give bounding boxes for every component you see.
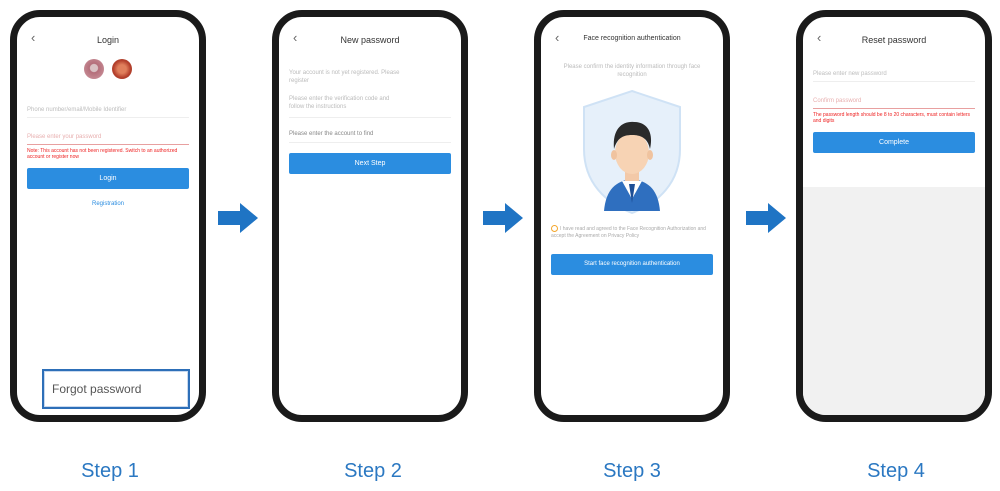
next-step-button[interactable]: Next Step xyxy=(289,153,451,174)
new-password-topbar: ‹ New password xyxy=(289,17,451,57)
new-password-title: New password xyxy=(340,35,400,45)
face-auth-title: Face recognition authentication xyxy=(583,35,681,42)
password-error: The password length should be 8 to 20 ch… xyxy=(813,112,971,124)
right-arrow-icon xyxy=(483,203,523,233)
shield-person-icon xyxy=(583,89,681,215)
complete-button[interactable]: Complete xyxy=(813,132,975,153)
face-auth-intro: Please confirm the identity information … xyxy=(563,64,701,78)
phone-step2: ‹ New password Your account is not yet r… xyxy=(272,10,468,422)
account-entry-field[interactable]: Please enter the account to find xyxy=(289,130,451,143)
face-illustration xyxy=(551,87,713,217)
password-input[interactable]: Please enter your password xyxy=(27,128,189,145)
error-message: Note: This account has not been register… xyxy=(27,148,178,160)
right-arrow-icon xyxy=(218,203,258,233)
step-label: Step 2 xyxy=(344,460,402,482)
face-auth-screen: ‹ Face recognition authentication Please… xyxy=(541,17,723,415)
confirm-password-input[interactable]: Confirm password xyxy=(813,92,975,109)
phone-step3: ‹ Face recognition authentication Please… xyxy=(534,10,730,422)
account-input[interactable]: Phone number/email/Mobile Identifier xyxy=(27,101,189,118)
login-button[interactable]: Login xyxy=(27,168,189,189)
face-auth-topbar: ‹ Face recognition authentication xyxy=(551,17,713,57)
avatar[interactable] xyxy=(84,59,104,79)
step-label: Step 3 xyxy=(603,460,661,482)
new-password-input[interactable]: Please enter new password xyxy=(813,65,975,82)
start-face-recognition-button[interactable]: Start face recognition authentication xyxy=(551,253,713,275)
step-label: Step 4 xyxy=(867,460,925,482)
login-screen: ‹ Login Phone number/email/Mobile Identi… xyxy=(17,17,199,415)
right-arrow-icon xyxy=(746,203,786,233)
reset-password-title: Reset password xyxy=(861,35,927,45)
phone-step1: ‹ Login Phone number/email/Mobile Identi… xyxy=(10,10,206,422)
info-line: register xyxy=(289,78,310,84)
new-password-screen: ‹ New password Your account is not yet r… xyxy=(279,17,461,415)
step-label: Step 1 xyxy=(81,460,139,482)
consent-text: I have read and agreed to the Face Recog… xyxy=(551,225,713,240)
reset-password-topbar: ‹ Reset password xyxy=(813,17,975,57)
reset-password-screen: ‹ Reset password Please enter new passwo… xyxy=(803,17,985,415)
consent-label: I have read and agreed to the Face Recog… xyxy=(551,225,706,239)
phone-step4: ‹ Reset password Please enter new passwo… xyxy=(796,10,992,422)
hint-text: Please enter the verification code and f… xyxy=(289,95,451,118)
info-line: Your account is not yet registered. Plea… xyxy=(289,70,400,76)
info-text: Your account is not yet registered. Plea… xyxy=(289,69,451,85)
hint-line: Please enter the verification code and xyxy=(289,96,390,102)
hint-line: follow the instructions xyxy=(289,104,347,110)
avatar-group xyxy=(27,59,189,87)
forgot-password-link[interactable]: Forgot password xyxy=(42,369,190,409)
login-title: Login xyxy=(96,35,120,45)
avatar[interactable] xyxy=(112,59,132,79)
login-topbar: ‹ Login xyxy=(27,17,189,57)
checkbox-icon[interactable] xyxy=(551,225,558,232)
register-link[interactable]: Registration xyxy=(27,201,189,207)
